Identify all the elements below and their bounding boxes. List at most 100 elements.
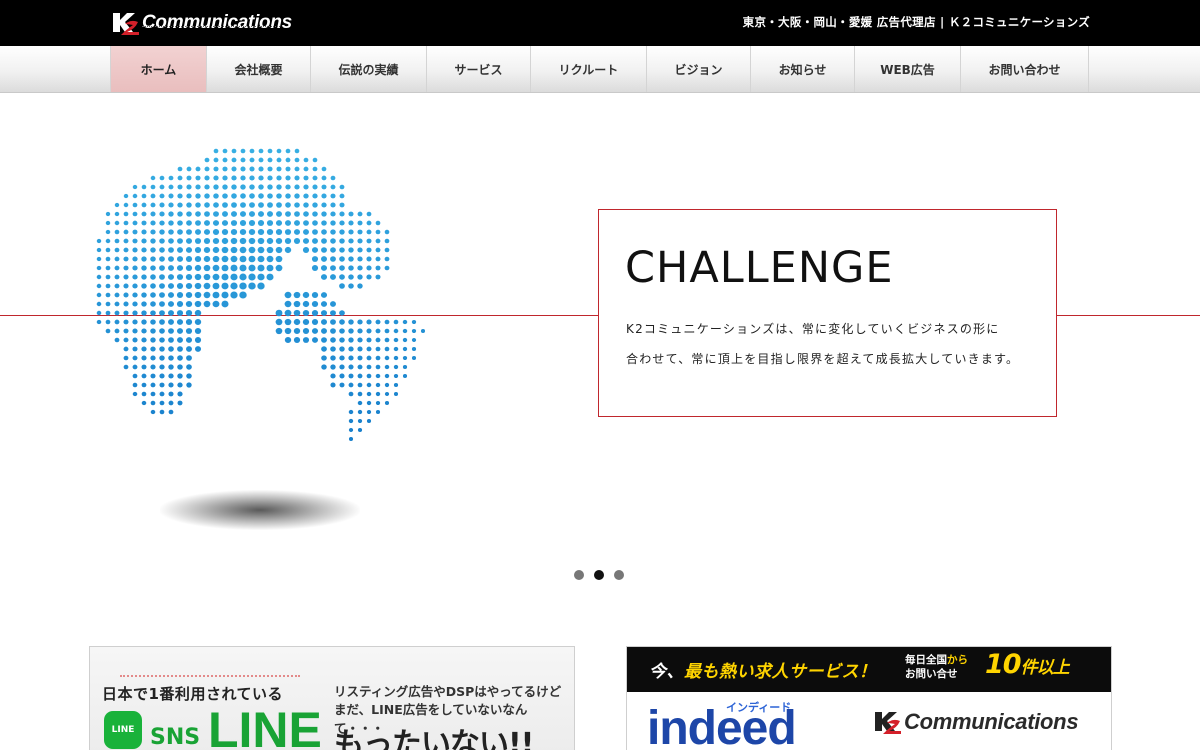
globe-dot [132,256,138,262]
globe-dot [114,238,120,244]
globe-dot [266,237,274,245]
globe-dot [141,274,147,280]
globe-dot [168,409,174,415]
globe-dot [293,318,301,326]
globe-dot [239,237,247,245]
globe-dot [339,247,345,253]
globe-dot [203,229,211,235]
globe-dot [375,337,381,343]
globe-dot [249,166,255,172]
globe-dot [114,211,120,217]
globe-dot [384,328,390,334]
globe-dot [285,175,291,181]
globe-dot [168,391,174,397]
slider-dot-3[interactable] [614,570,624,580]
globe-dot [132,220,138,226]
globe-dot [366,256,372,262]
globe-dot [159,346,165,352]
globe-dot [167,283,175,289]
line-ads-banner[interactable]: 日本で1番利用されている リスティング広告やDSPはやってるけど まだ、LINE… [89,646,575,750]
globe-dot [168,238,174,244]
globe-dot [339,265,345,271]
globe-dot [339,211,345,217]
globe-dot [348,220,354,226]
globe-dot [302,291,310,299]
globe-dot [249,157,255,163]
globe-dot [330,238,336,244]
globe-dot [194,247,202,253]
globe-dot [266,255,274,263]
globe-dot [393,373,399,379]
slider-dot-1[interactable] [574,570,584,580]
globe-dot [177,400,183,406]
globe-dot [168,328,174,334]
nav-item-vision[interactable]: ビジョン [647,46,751,92]
nav-item-company[interactable]: 会社概要 [207,46,311,92]
header-tagline: 東京・大阪・岡山・愛媛 広告代理店 | Ｋ２コミュニケーションズ [742,15,1090,29]
globe-dot [231,148,237,154]
globe-dot [275,220,283,226]
globe-dot [204,184,210,190]
globe-dot [141,193,147,199]
nav-item-achievements[interactable]: 伝説の実績 [311,46,427,92]
globe-dot [186,202,192,208]
globe-dot [176,274,184,280]
globe-dot [393,392,399,396]
globe-dot [375,391,381,397]
globe-dot [285,184,291,190]
globe-dot [311,265,319,271]
globe-dot [203,291,211,299]
globe-dot [366,391,372,397]
globe-dot [177,346,183,352]
globe-dot [194,273,202,281]
globe-shadow [160,490,360,530]
nav-item-news[interactable]: お知らせ [751,46,855,92]
globe-dot [393,355,399,361]
globe-dot [240,193,246,199]
nav-item-recruit[interactable]: リクルート [531,46,647,92]
globe-dot [302,328,310,334]
globe-dot [150,184,156,190]
nav-item-contact[interactable]: お問い合わせ [961,46,1089,92]
site-logo[interactable]: Communications [111,10,292,36]
globe-dot [230,237,238,245]
globe-dot [132,346,138,352]
globe-dot [348,346,354,352]
globe-dot [303,184,309,190]
slider-dot-2[interactable] [594,570,604,580]
globe-dot [357,418,363,424]
globe-dot [213,211,219,217]
globe-dot [204,166,210,172]
globe-dot [204,157,210,163]
globe-dot [339,283,345,289]
globe-dot [168,175,174,181]
globe-dot [257,273,265,281]
globe-dot [168,193,174,199]
globe-dot [402,374,408,378]
globe-dot [132,265,138,271]
globe-dot [176,292,184,298]
globe-dot [168,355,174,361]
top-bar: Communications 東京・大阪・岡山・愛媛 広告代理店 | Ｋ２コミュ… [0,0,1200,46]
globe-dot [411,337,417,343]
globe-dot [150,400,156,406]
nav-item-services[interactable]: サービス [427,46,531,92]
nav-item-web-ads[interactable]: WEB広告 [855,46,961,92]
logo-wordmark: Communications [142,12,292,33]
globe-dot [303,175,309,181]
globe-dot [257,282,265,290]
globe-dot [393,346,399,352]
globe-dot [384,364,390,370]
globe-dot [203,246,211,254]
globe-dot [203,238,211,244]
globe-dot [222,211,228,217]
globe-dot [384,391,390,397]
nav-item-home[interactable]: ホーム [111,46,207,92]
globe-dot [150,391,156,397]
globe-dot [132,247,138,253]
globe-dot [348,409,354,415]
globe-dot [159,292,165,298]
indeed-banner[interactable]: 今、最も熱い求人サービス！ 毎日全国から お問い合せ 10件以上 インディード … [626,646,1112,750]
globe-dot [384,229,390,235]
globe-dot [275,309,283,317]
